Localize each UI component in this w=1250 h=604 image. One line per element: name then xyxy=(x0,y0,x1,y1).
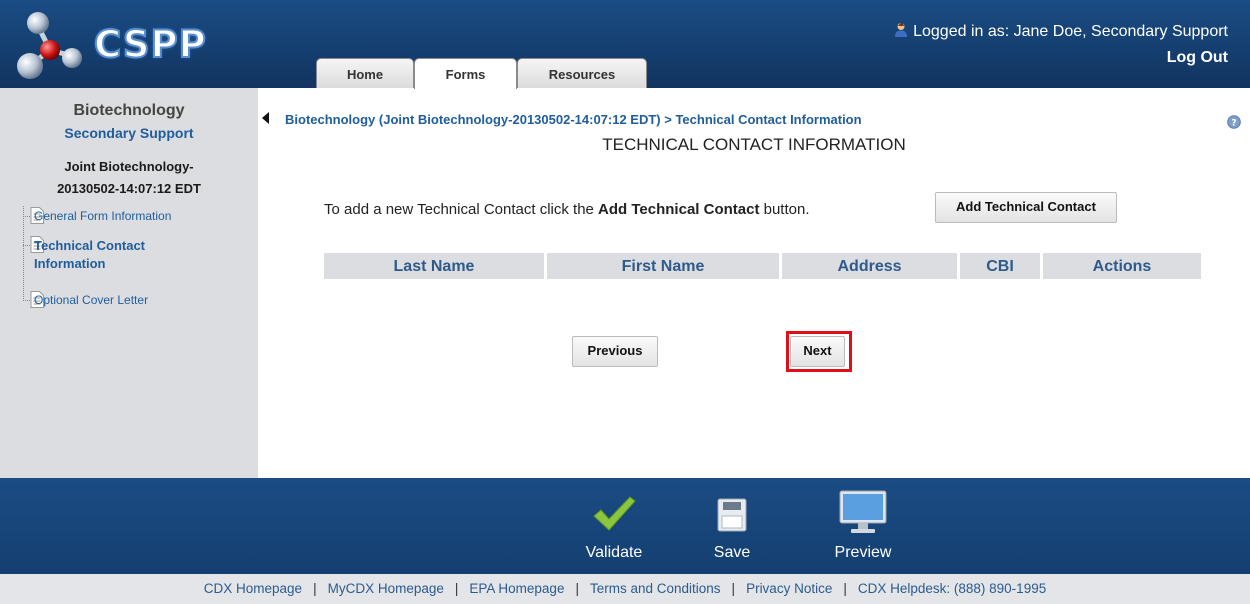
sidebar-title: Biotechnology xyxy=(73,102,185,119)
previous-button[interactable]: Previous xyxy=(572,336,658,367)
monitor-icon xyxy=(839,490,887,533)
sidebar-item-optional-cover-letter[interactable]: Optional Cover Letter xyxy=(18,291,248,311)
next-button-highlight xyxy=(786,331,852,372)
footer: CDX Homepage | MyCDX Homepage | EPA Homepage… xyxy=(0,574,1250,604)
login-status: Logged in as: Jane Doe, Secondary Suppor… xyxy=(894,22,1228,41)
validate-label: Validate xyxy=(585,544,643,561)
footer-link-cdx-homepage[interactable]: CDX Homepage xyxy=(204,581,302,596)
preview-button[interactable]: Preview xyxy=(822,478,904,574)
column-header-actions: Actions xyxy=(1092,258,1152,275)
add-technical-contact-button[interactable]: Add Technical Contact xyxy=(935,192,1117,223)
sidebar-item-label: Information xyxy=(34,256,106,271)
footer-link-epa-homepage[interactable]: EPA Homepage xyxy=(469,581,564,596)
logout-link[interactable]: Log Out xyxy=(1167,49,1228,67)
cspp-logo[interactable]: CSPP xyxy=(10,6,225,86)
preview-label: Preview xyxy=(834,544,892,561)
footer-link-mycdx-homepage[interactable]: MyCDX Homepage xyxy=(328,581,444,596)
bottom-toolbar: Validate Save Preview xyxy=(0,478,1250,574)
footer-separator: | xyxy=(454,581,459,596)
logo-text: CSPP xyxy=(93,22,207,67)
footer-separator: | xyxy=(731,581,736,596)
sidebar: Biotechnology Secondary Support Joint Bi… xyxy=(0,88,258,478)
tab-home[interactable]: Home xyxy=(316,58,414,88)
footer-link-privacy-notice[interactable]: Privacy Notice xyxy=(746,581,832,596)
collapse-sidebar-icon[interactable] xyxy=(262,112,269,124)
sidebar-item-technical-contact-information[interactable]: Technical Contact Information xyxy=(18,236,248,274)
instruction-text: To add a new Technical Contact click the… xyxy=(324,201,810,218)
validate-button[interactable]: Validate xyxy=(572,478,656,574)
login-text: Logged in as: Jane Doe, Secondary Suppor… xyxy=(913,23,1228,40)
footer-separator: | xyxy=(575,581,579,596)
save-label: Save xyxy=(713,544,751,561)
contacts-table-header: Last Name First Name Address CBI Actions xyxy=(324,253,1201,279)
footer-separator: | xyxy=(313,581,317,596)
help-icon[interactable]: ? xyxy=(1227,115,1241,129)
page-title: TECHNICAL CONTACT INFORMATION xyxy=(602,135,906,154)
sidebar-item-label: Optional Cover Letter xyxy=(34,293,149,307)
footer-link-terms-and-conditions[interactable]: Terms and Conditions xyxy=(590,581,721,596)
instruction-suffix: button. xyxy=(759,201,810,218)
breadcrumb[interactable]: Biotechnology (Joint Biotechnology-20130… xyxy=(285,112,862,127)
sidebar-role: Secondary Support xyxy=(64,125,194,141)
submission-name-line1: Joint Biotechnology- xyxy=(64,159,194,174)
save-button[interactable]: Save xyxy=(702,478,762,574)
instruction-bold: Add Technical Contact xyxy=(598,201,760,218)
submission-name: Joint Biotechnology- 20130502-14:07:12 E… xyxy=(0,156,258,200)
sidebar-item-label: General Form Information xyxy=(34,209,172,223)
save-icon xyxy=(717,498,747,532)
column-header-cbi[interactable]: CBI xyxy=(960,253,1040,279)
tab-resources[interactable]: Resources xyxy=(517,58,647,88)
header: CSPP Home Resources Forms Logged in as: … xyxy=(0,0,1250,89)
instruction-prefix: To add a new Technical Contact click the xyxy=(324,201,599,218)
checkmark-icon xyxy=(593,496,636,531)
sidebar-item-label: Technical Contact xyxy=(34,238,146,253)
sidebar-item-general-form-information[interactable]: General Form Information xyxy=(18,207,248,227)
footer-link-cdx-helpdesk[interactable]: CDX Helpdesk: (888) 890-1995 xyxy=(858,581,1046,596)
column-header-first-name[interactable]: First Name xyxy=(547,253,779,279)
submission-name-line2: 20130502-14:07:12 EDT xyxy=(57,181,201,196)
column-header-address[interactable]: Address xyxy=(782,253,957,279)
user-icon xyxy=(895,22,908,37)
svg-text:?: ? xyxy=(1231,119,1236,129)
footer-separator: | xyxy=(843,581,847,596)
tab-forms[interactable]: Forms xyxy=(414,58,517,89)
molecule-logo-icon xyxy=(17,12,82,79)
column-header-last-name[interactable]: Last Name xyxy=(324,253,544,279)
